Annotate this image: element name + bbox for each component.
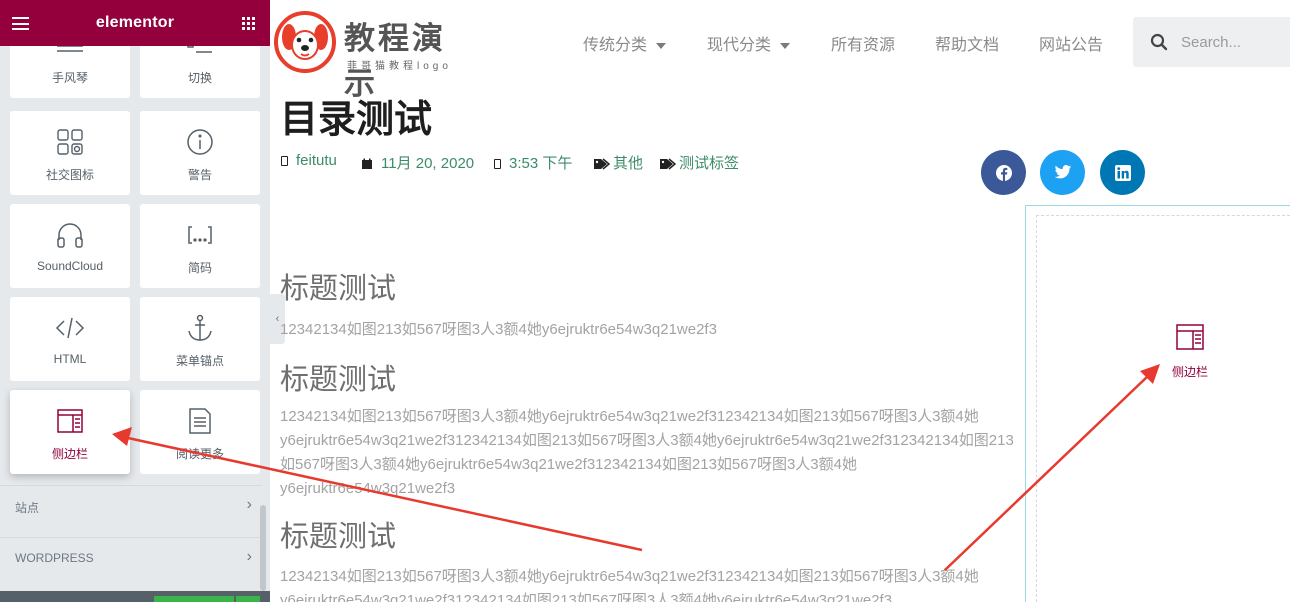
- social-icons-icon: [10, 125, 130, 159]
- section-heading: 标题测试: [280, 271, 397, 305]
- chevron-right-icon: ›: [246, 496, 252, 513]
- nav-label: 帮助文档: [935, 37, 1000, 54]
- widget-label: 警告: [187, 168, 212, 182]
- dog-logo-icon: [274, 11, 336, 73]
- linkedin-icon: [1114, 164, 1131, 181]
- twitter-icon: [1054, 165, 1071, 179]
- nav-item-modern[interactable]: 现代分类: [707, 31, 791, 55]
- widget-read-more[interactable]: 阅读更多: [140, 390, 260, 474]
- widget-soundcloud[interactable]: SoundCloud: [10, 204, 130, 288]
- post-author[interactable]: feitutu: [281, 152, 337, 169]
- share-twitter-button[interactable]: [1040, 150, 1085, 195]
- sidebar-widget-label: 侧边栏: [1171, 365, 1208, 379]
- widget-label: 简码: [187, 261, 212, 275]
- user-icon: [281, 156, 288, 167]
- anchor-icon: [140, 311, 260, 345]
- panel-footer: [0, 591, 270, 602]
- time-text: 3:53 下午: [509, 155, 573, 172]
- section-label: 站点: [15, 501, 40, 515]
- headphones-icon: [10, 218, 130, 252]
- chevron-right-icon: ›: [246, 548, 252, 565]
- sidebar-widget-placeholder[interactable]: 侧边栏: [1160, 320, 1220, 380]
- widget-label: 菜单锚点: [175, 354, 224, 368]
- nav-label: 网站公告: [1039, 37, 1104, 54]
- sidebar-drop-zone[interactable]: [1036, 215, 1290, 602]
- calendar-icon: [362, 158, 372, 170]
- chevron-down-icon: [780, 42, 791, 49]
- section-text: 12342134如图213如567呀图3人3额4她y6ejruktr6e54w3…: [280, 321, 717, 338]
- search-input[interactable]: [1181, 31, 1289, 53]
- widget-sidebar[interactable]: 侧边栏: [10, 390, 130, 474]
- site-logo[interactable]: 教程演示 菲哥猫教程logo: [274, 11, 479, 102]
- share-facebook-button[interactable]: [981, 150, 1026, 195]
- tag-text: 测试标签: [679, 155, 740, 172]
- widget-social-icons[interactable]: 社交图标: [10, 111, 130, 195]
- section-wordpress[interactable]: WORDPRESS ›: [0, 537, 262, 575]
- nav-item-help[interactable]: 帮助文档: [935, 31, 999, 55]
- post-category[interactable]: 其他: [593, 152, 643, 173]
- sidebar-icon: [1176, 324, 1204, 350]
- widget-label: 切换: [187, 71, 212, 85]
- section-text: 12342134如图213如567呀图3人3额4她y6ejruktr6e54w3…: [280, 408, 1014, 497]
- section-heading: 标题测试: [280, 519, 397, 553]
- search-box: [1133, 17, 1290, 67]
- read-more-icon: [140, 404, 260, 438]
- alert-info-icon: [140, 125, 260, 159]
- section-label: WORDPRESS: [15, 551, 94, 565]
- share-linkedin-button[interactable]: [1100, 150, 1145, 195]
- search-icon[interactable]: [1150, 33, 1168, 51]
- clock-icon: [494, 159, 501, 170]
- widget-shortcode[interactable]: 简码: [140, 204, 260, 288]
- widget-html[interactable]: HTML: [10, 297, 130, 381]
- nav-label: 现代分类: [707, 37, 772, 54]
- nav-item-traditional[interactable]: 传统分类: [583, 31, 667, 55]
- widget-label: SoundCloud: [36, 259, 104, 273]
- nav-item-resources[interactable]: 所有资源: [831, 31, 895, 55]
- nav-label: 传统分类: [583, 37, 648, 54]
- post-title: 目录测试: [280, 97, 433, 141]
- section-site[interactable]: 站点 ›: [0, 485, 262, 523]
- shortcode-icon: [140, 218, 260, 252]
- widget-label: 手风琴: [51, 71, 88, 85]
- code-icon: [10, 311, 130, 345]
- nav-item-announcements[interactable]: 网站公告: [1039, 31, 1103, 55]
- publish-options-button[interactable]: [236, 596, 260, 602]
- post-time[interactable]: 3:53 下午: [494, 152, 572, 173]
- widget-label: 社交图标: [45, 168, 94, 182]
- elementor-panel: elementor 手风琴 切换 社交图标 警告 SoundCloud 简码 H…: [0, 0, 270, 602]
- publish-button[interactable]: [154, 596, 234, 602]
- panel-scrollbar[interactable]: [260, 505, 266, 591]
- tag-icon: [594, 158, 611, 170]
- chevron-down-icon: [656, 42, 667, 49]
- widget-menu-anchor[interactable]: 菜单锚点: [140, 297, 260, 381]
- widget-label: HTML: [53, 352, 87, 366]
- elementor-brand: elementor: [95, 14, 175, 31]
- panel-header: elementor: [0, 0, 270, 46]
- post-tag[interactable]: 测试标签: [659, 152, 739, 173]
- widget-label: 侧边栏: [51, 447, 88, 461]
- facebook-icon: [995, 164, 1012, 181]
- widget-alert[interactable]: 警告: [140, 111, 260, 195]
- widget-label: 阅读更多: [175, 447, 224, 461]
- sidebar-icon: [10, 404, 130, 438]
- section-heading: 标题测试: [280, 362, 397, 396]
- tags-icon: [660, 158, 677, 170]
- section-text: 12342134如图213如567呀图3人3额4她y6ejruktr6e54w3…: [280, 568, 979, 602]
- nav-label: 所有资源: [831, 37, 896, 54]
- date-text: 11月 20, 2020: [381, 155, 475, 172]
- logo-tagline: 菲哥猫教程logo: [347, 61, 452, 72]
- post-date[interactable]: 11月 20, 2020: [361, 152, 474, 173]
- category-text: 其他: [613, 155, 644, 172]
- author-name: feitutu: [296, 152, 337, 169]
- widgets-grid-icon[interactable]: [242, 17, 255, 30]
